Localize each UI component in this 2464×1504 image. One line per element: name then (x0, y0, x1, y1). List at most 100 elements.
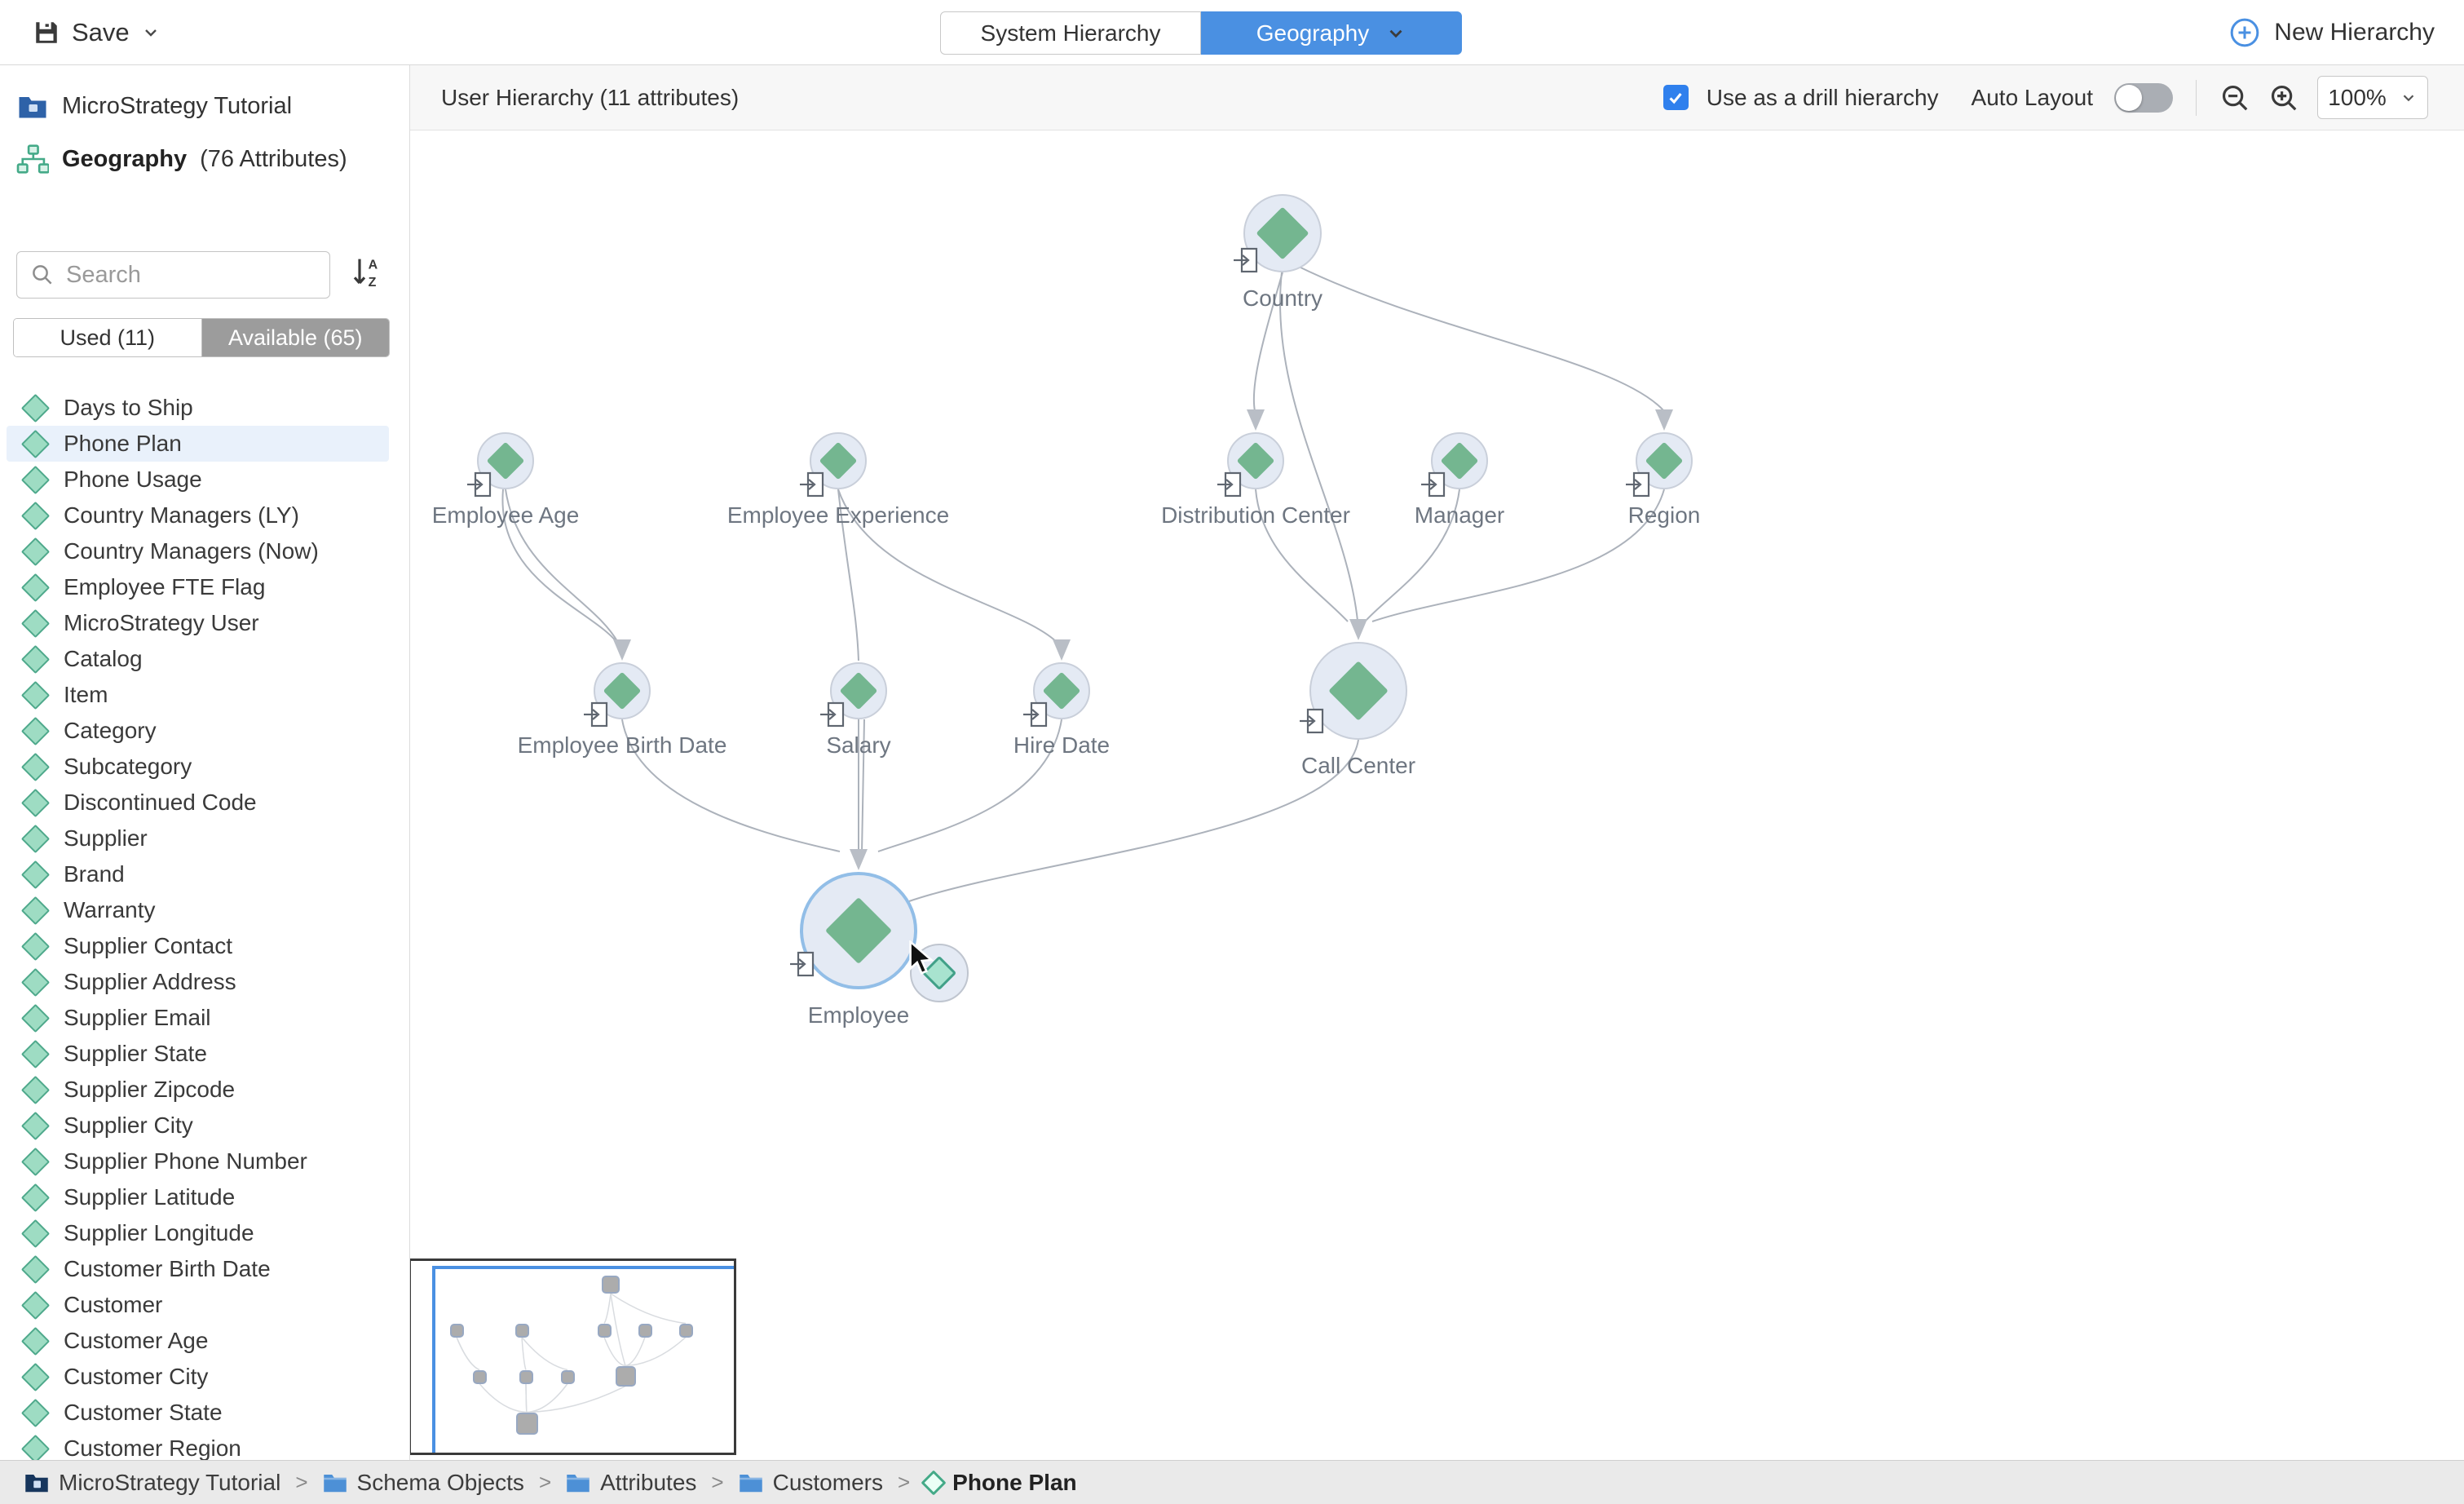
breadcrumb-separator: > (894, 1470, 913, 1495)
entry-point-badge[interactable] (1300, 706, 1326, 740)
list-item[interactable]: Country Managers (Now) (0, 533, 409, 569)
entry-point-icon (820, 700, 846, 729)
list-item[interactable]: Employee FTE Flag (0, 569, 409, 605)
list-item[interactable]: Brand (0, 856, 409, 892)
drill-hierarchy-label: Use as a drill hierarchy (1707, 85, 1939, 111)
breadcrumb-item-attributes[interactable]: Attributes (566, 1470, 696, 1496)
entry-point-icon (1217, 470, 1243, 499)
list-item[interactable]: Supplier Zipcode (0, 1072, 409, 1108)
attribute-label: Country Managers (LY) (64, 502, 299, 529)
sort-az-icon[interactable]: A Z (351, 257, 381, 294)
list-item[interactable]: Supplier City (0, 1108, 409, 1143)
list-item[interactable]: Category (0, 713, 409, 749)
minimap-node-manager (638, 1324, 652, 1338)
tab-used[interactable]: Used (11) (14, 319, 202, 356)
minimap-viewport[interactable] (432, 1266, 736, 1455)
drill-hierarchy-checkbox[interactable] (1663, 85, 1689, 110)
attribute-diamond-icon (21, 931, 50, 960)
hierarchy-row: Geography (76 Attributes) (0, 120, 409, 174)
list-item[interactable]: Subcategory (0, 749, 409, 785)
breadcrumb-item-microstrategy-tutorial[interactable]: MicroStrategy Tutorial (24, 1470, 280, 1496)
list-item[interactable]: Customer State (0, 1395, 409, 1431)
list-item[interactable]: Item (0, 677, 409, 713)
save-button[interactable]: Save (33, 0, 161, 65)
entry-point-icon (467, 470, 493, 499)
project-row[interactable]: MicroStrategy Tutorial (0, 65, 409, 120)
entry-point-badge[interactable] (584, 700, 610, 733)
list-item[interactable]: Days to Ship (0, 390, 409, 426)
node-label-country: Country (1243, 285, 1323, 312)
breadcrumb-item-schema-objects[interactable]: Schema Objects (323, 1470, 524, 1496)
zoom-in-icon (2268, 82, 2299, 113)
search-input[interactable] (66, 262, 294, 289)
entry-point-badge[interactable] (790, 949, 816, 983)
zoom-out-icon (2219, 82, 2250, 113)
tab-geography[interactable]: Geography (1201, 11, 1462, 55)
entry-point-icon (1626, 470, 1652, 499)
entry-point-badge[interactable] (820, 700, 846, 733)
list-item[interactable]: Customer Age (0, 1323, 409, 1359)
attribute-sidebar: MicroStrategy Tutorial Geography (76 Att… (0, 65, 410, 1460)
minimap-node-country (602, 1276, 620, 1294)
new-hierarchy-button[interactable]: New Hierarchy (2228, 0, 2435, 65)
list-item[interactable]: Country Managers (LY) (0, 498, 409, 533)
list-item[interactable]: Supplier (0, 821, 409, 856)
minimap-node-employee-age (450, 1324, 464, 1338)
attribute-label: Supplier Contact (64, 933, 232, 959)
list-item[interactable]: Supplier State (0, 1036, 409, 1072)
zoom-level-dropdown[interactable]: 100% (2317, 76, 2428, 119)
tab-system-hierarchy[interactable]: System Hierarchy (940, 11, 1201, 55)
attribute-label: Brand (64, 861, 125, 887)
list-item[interactable]: Customer City (0, 1359, 409, 1395)
edge-arrowhead (1349, 619, 1367, 640)
entry-point-badge[interactable] (1217, 470, 1243, 503)
list-item[interactable]: Supplier Address (0, 964, 409, 1000)
breadcrumb-item-customers[interactable]: Customers (739, 1470, 883, 1496)
list-item[interactable]: Supplier Contact (0, 928, 409, 964)
hierarchy-graph-canvas[interactable]: CountryEmployee AgeEmployee ExperienceDi… (410, 130, 2464, 1460)
search-icon (30, 263, 55, 287)
node-label-region: Region (1628, 502, 1701, 529)
node-label-manager: Manager (1415, 502, 1505, 529)
list-item[interactable]: Phone Usage (0, 462, 409, 498)
tab-available[interactable]: Available (65) (202, 319, 390, 356)
list-item[interactable]: Supplier Longitude (0, 1215, 409, 1251)
node-diamond-icon (825, 897, 892, 964)
zoom-out-button[interactable] (2219, 82, 2250, 113)
minimap-node-employee-experience (515, 1324, 529, 1338)
attribute-diamond-icon (21, 1147, 50, 1175)
auto-layout-toggle[interactable] (2114, 83, 2173, 113)
list-item[interactable]: Phone Plan (7, 426, 389, 462)
entry-point-badge[interactable] (800, 470, 826, 503)
list-item[interactable]: MicroStrategy User (0, 605, 409, 641)
entry-point-badge[interactable] (1626, 470, 1652, 503)
used-available-switch: Used (11) Available (65) (13, 318, 390, 357)
list-item[interactable]: Customer (0, 1287, 409, 1323)
entry-point-badge[interactable] (1421, 470, 1447, 503)
entry-point-badge[interactable] (1234, 246, 1260, 279)
minimap-node-employee-birth-date (473, 1370, 487, 1384)
list-item[interactable]: Supplier Latitude (0, 1179, 409, 1215)
new-hierarchy-label: New Hierarchy (2274, 19, 2435, 46)
list-item[interactable]: Customer Birth Date (0, 1251, 409, 1287)
list-item[interactable]: Discontinued Code (0, 785, 409, 821)
list-item[interactable]: Supplier Phone Number (0, 1143, 409, 1179)
chevron-down-icon (1385, 23, 1406, 44)
minimap[interactable] (410, 1258, 736, 1455)
attribute-label: Phone Plan (64, 431, 182, 457)
entry-point-icon (584, 700, 610, 729)
node-label-distribution-center: Distribution Center (1161, 502, 1350, 529)
entry-point-icon (790, 949, 816, 979)
svg-text:Z: Z (369, 276, 377, 290)
save-label: Save (72, 18, 130, 47)
zoom-in-button[interactable] (2268, 82, 2299, 113)
graph-node-employee[interactable] (800, 872, 917, 989)
list-item[interactable]: Supplier Email (0, 1000, 409, 1036)
breadcrumb-item-phone-plan[interactable]: Phone Plan (925, 1470, 1076, 1496)
folder-icon (739, 1472, 763, 1493)
entry-point-badge[interactable] (1023, 700, 1049, 733)
list-item[interactable]: Warranty (0, 892, 409, 928)
list-item[interactable]: Catalog (0, 641, 409, 677)
entry-point-badge[interactable] (467, 470, 493, 503)
list-item[interactable]: Customer Region (0, 1431, 409, 1460)
